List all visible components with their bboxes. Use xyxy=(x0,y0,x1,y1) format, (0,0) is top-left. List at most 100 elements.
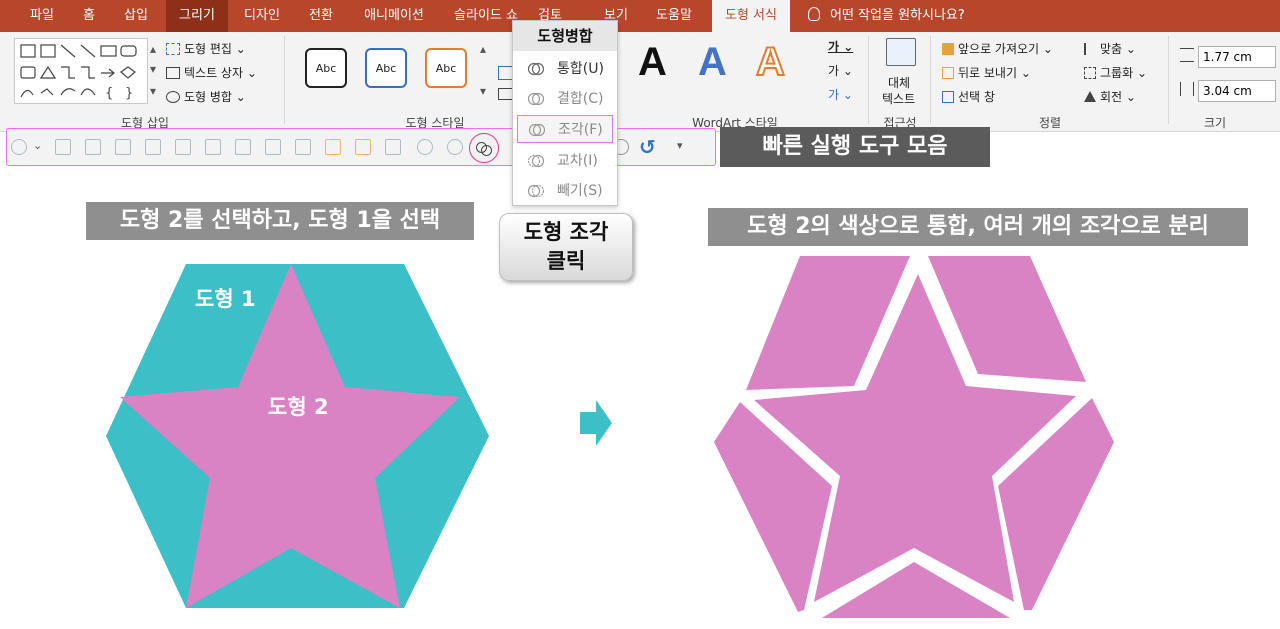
group-label-arrange: 정렬 xyxy=(1038,116,1062,130)
menu-item-label: 빼기(S) xyxy=(557,183,603,199)
menu-item-label: 결합(C) xyxy=(557,91,604,107)
shape-style-blue[interactable]: Abc xyxy=(365,48,407,88)
height-input[interactable]: 1.77 cm xyxy=(1198,46,1276,68)
group-separator xyxy=(930,36,931,124)
menu-item-label: 통합(U) xyxy=(557,61,604,77)
alt-text-line2[interactable]: 텍스트 xyxy=(882,90,915,107)
menu-item-fragment[interactable]: 조각(F) xyxy=(517,115,613,143)
gallery-scroll-down[interactable]: ▾ xyxy=(150,62,156,76)
text-effects-icon[interactable]: 가 ⌄ xyxy=(828,86,853,103)
selection-pane-icon xyxy=(942,91,954,103)
group-separator xyxy=(284,36,285,124)
merge-shapes-qat-icon[interactable] xyxy=(11,139,27,155)
merge-shapes-menu: 도형병합 통합(U) 결합(C) 조각(F) 교차(I) 빼기(S) xyxy=(512,20,618,206)
shape-gallery-icons: { } xyxy=(20,44,137,101)
group-qat-icon[interactable] xyxy=(55,139,71,155)
subtract-icon xyxy=(527,184,545,198)
group-label-size: 크기 xyxy=(1203,116,1227,130)
text-outline-icon[interactable]: 가 ⌄ xyxy=(828,62,853,79)
menu-item-union[interactable]: 통합(U) xyxy=(517,55,613,83)
align-center-icon[interactable] xyxy=(295,139,311,155)
union-icon[interactable] xyxy=(447,139,463,155)
tab-shape-format[interactable]: 도형 서식 xyxy=(712,0,790,32)
selection-pane-button[interactable]: 선택 창 xyxy=(942,88,995,105)
fragment-qat-button[interactable] xyxy=(469,133,499,163)
wordart-black[interactable]: A xyxy=(638,40,667,85)
tab-transitions[interactable]: 전환 xyxy=(296,0,346,32)
ribbon: { } ▴ ▾ ▾ 도형 편집 ⌄ 텍스트 상자 ⌄ 도형 병합 ⌄ 도형 삽입… xyxy=(0,32,1280,132)
tab-file[interactable]: 파일 xyxy=(20,0,64,32)
gallery-more[interactable]: ▾ xyxy=(150,84,156,98)
gallery-scroll-up[interactable]: ▴ xyxy=(150,42,156,56)
menu-item-combine[interactable]: 결합(C) xyxy=(517,85,613,113)
style-more[interactable]: ▾ xyxy=(480,84,486,98)
text-fill-icon[interactable]: 가 ⌄ xyxy=(828,38,853,55)
group-icon xyxy=(1084,67,1096,79)
send-backward-button[interactable]: 뒤로 보내기 ⌄ xyxy=(942,64,1031,81)
edit-shape-icon xyxy=(166,43,180,55)
rotate-qat-icon[interactable]: ↺ xyxy=(639,135,656,159)
shape-style-orange[interactable]: Abc xyxy=(425,48,467,88)
merge-menu-title: 도형병합 xyxy=(513,21,617,51)
caption-left: 도형 2를 선택하고, 도형 1을 선택 xyxy=(86,202,474,240)
bring-forward-label: 앞으로 가져오기 xyxy=(958,42,1040,56)
rotate-label: 회전 xyxy=(1100,90,1123,104)
width-input[interactable]: 3.04 cm xyxy=(1198,80,1276,102)
wordart-blue[interactable]: A xyxy=(698,40,727,85)
customize-qat-icon[interactable]: ▾ xyxy=(677,139,683,152)
bring-forward-icon xyxy=(942,43,954,55)
send-backward-qat-icon[interactable] xyxy=(355,139,371,155)
alt-text-line1[interactable]: 대체 xyxy=(888,74,910,91)
merge-shapes-label: 도형 병합 xyxy=(184,90,232,104)
callout-line1: 도형 조각 xyxy=(523,220,609,244)
edit-shape-button[interactable]: 도형 편집 ⌄ xyxy=(166,40,246,57)
tab-help[interactable]: 도움말 xyxy=(646,0,702,32)
chevron-down-icon[interactable]: ⌄ xyxy=(33,139,42,152)
lightbulb-icon xyxy=(808,7,820,21)
caption-right: 도형 2의 색상으로 통합, 여러 개의 조각으로 분리 xyxy=(708,208,1248,246)
bring-forward-button[interactable]: 앞으로 가져오기 ⌄ xyxy=(942,40,1053,57)
circle-icon[interactable] xyxy=(417,139,433,155)
fragmented-shapes xyxy=(714,256,1114,618)
tab-insert[interactable]: 삽입 xyxy=(114,0,158,32)
style-scroll-up[interactable]: ▴ xyxy=(480,42,486,56)
hash-icon[interactable] xyxy=(385,139,401,155)
group-button[interactable]: 그룹화 ⌄ xyxy=(1084,64,1147,81)
qat-callout-label: 빠른 실행 도구 모음 xyxy=(720,127,990,167)
distribute-vertical-icon[interactable] xyxy=(265,139,281,155)
text-box-button[interactable]: 텍스트 상자 ⌄ xyxy=(166,64,257,81)
bring-forward-qat-icon[interactable] xyxy=(325,139,341,155)
menu-item-subtract[interactable]: 빼기(S) xyxy=(517,177,613,205)
union-icon xyxy=(527,62,545,76)
tab-animations[interactable]: 애니메이션 xyxy=(352,0,436,32)
arrow-right-icon xyxy=(580,400,612,446)
intersect-icon xyxy=(527,154,545,168)
menu-item-intersect[interactable]: 교차(I) xyxy=(517,147,613,175)
tell-me-text: 어떤 작업을 원하시나요? xyxy=(830,8,965,23)
send-backward-label: 뒤로 보내기 xyxy=(958,66,1018,80)
tab-design[interactable]: 디자인 xyxy=(234,0,290,32)
rotate-button[interactable]: 회전 ⌄ xyxy=(1084,88,1136,105)
shape-style-black[interactable]: Abc xyxy=(305,48,347,88)
align-right-icon[interactable] xyxy=(175,139,191,155)
merge-shapes-button[interactable]: 도형 병합 ⌄ xyxy=(166,88,246,105)
fragment-icon-part xyxy=(481,145,492,156)
original-shapes: 도형 1 도형 2 xyxy=(106,264,489,608)
align-middle-icon[interactable] xyxy=(115,139,131,155)
align-bottom-icon[interactable] xyxy=(145,139,161,155)
group-label: 그룹화 xyxy=(1100,66,1134,80)
text-box-icon xyxy=(166,67,180,79)
group-separator xyxy=(1168,36,1169,124)
text-box-label: 텍스트 상자 xyxy=(184,66,244,80)
shape-gallery[interactable]: { } xyxy=(14,38,148,104)
align-left-icon[interactable] xyxy=(205,139,221,155)
tab-home[interactable]: 홈 xyxy=(72,0,106,32)
align-button[interactable]: 맞춤 ⌄ xyxy=(1084,40,1136,57)
tell-me-search[interactable]: 어떤 작업을 원하시나요? xyxy=(808,0,965,32)
align-top-icon[interactable] xyxy=(85,139,101,155)
distribute-icon[interactable] xyxy=(235,139,251,155)
ribbon-tab-bar: 파일 홈 삽입 그리기 디자인 전환 애니메이션 슬라이드 쇼 검토 보기 도움… xyxy=(0,0,1280,32)
alt-text-icon[interactable] xyxy=(886,38,916,66)
tab-draw[interactable]: 그리기 xyxy=(166,0,228,32)
wordart-orange[interactable]: A xyxy=(755,39,786,85)
